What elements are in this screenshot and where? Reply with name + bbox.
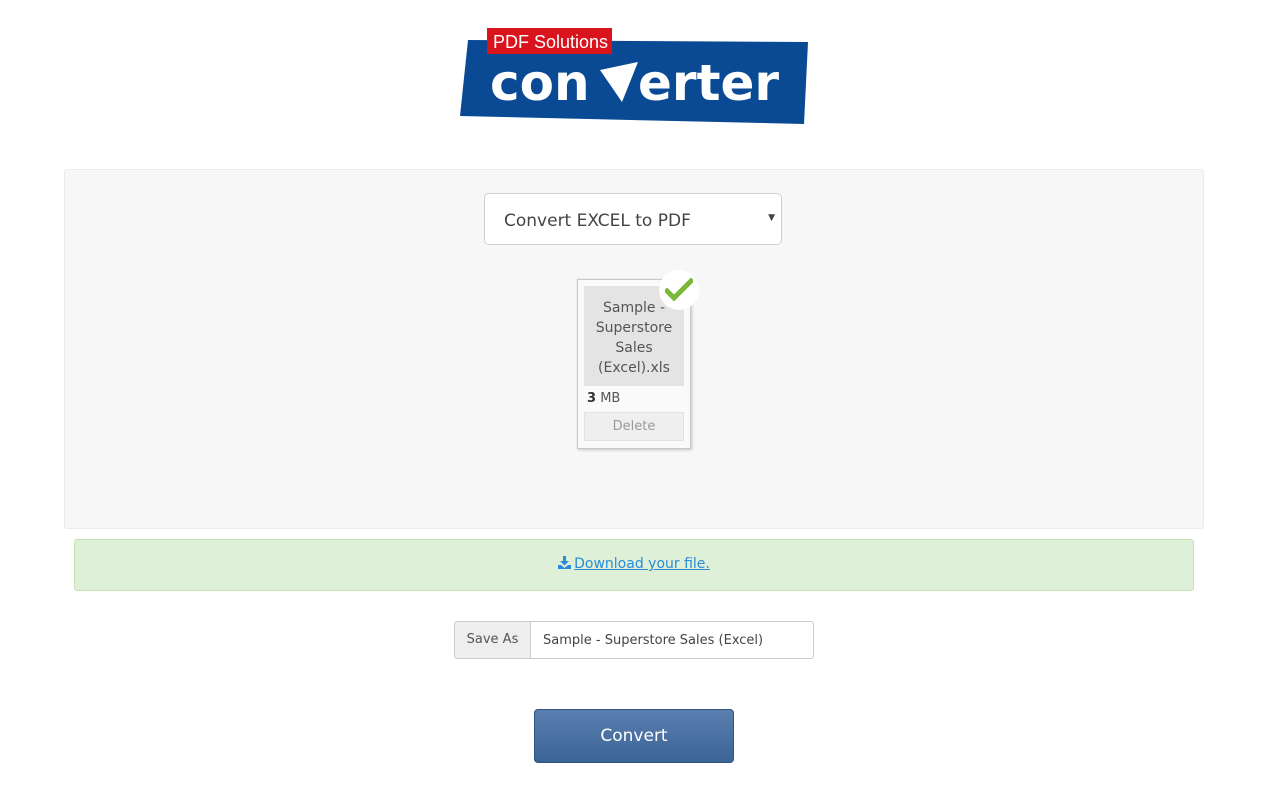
converter-logo: PDF Solutions con erter (460, 28, 810, 128)
save-as-input[interactable] (530, 621, 814, 659)
file-name: Sample - Superstore Sales (Excel).xls (595, 300, 673, 376)
upload-success-badge (659, 270, 699, 310)
convert-button[interactable]: Convert (534, 709, 734, 763)
file-size: 3 MB (587, 391, 620, 406)
save-as-label: Save As (454, 621, 531, 659)
delete-file-button[interactable]: Delete (584, 412, 684, 441)
dropdown-arrow-icon: ▼ (768, 213, 775, 223)
conversion-type-select[interactable]: Convert EXCEL to PDF ▼ (484, 193, 782, 245)
download-icon (558, 556, 572, 569)
logo-word-start: con (490, 54, 590, 112)
conversion-type-value: Convert EXCEL to PDF (504, 211, 691, 231)
file-size-value: 3 (587, 391, 597, 406)
check-icon (665, 277, 693, 302)
logo-badge-text: PDF Solutions (493, 32, 608, 52)
download-link-text[interactable]: Download your file. (574, 556, 710, 572)
download-link[interactable]: Download your file. (75, 556, 1193, 572)
logo-word-end: erter (638, 54, 779, 112)
save-as-group: Save As (454, 621, 814, 659)
file-size-unit: MB (600, 391, 621, 406)
download-alert: Download your file. (74, 539, 1194, 591)
